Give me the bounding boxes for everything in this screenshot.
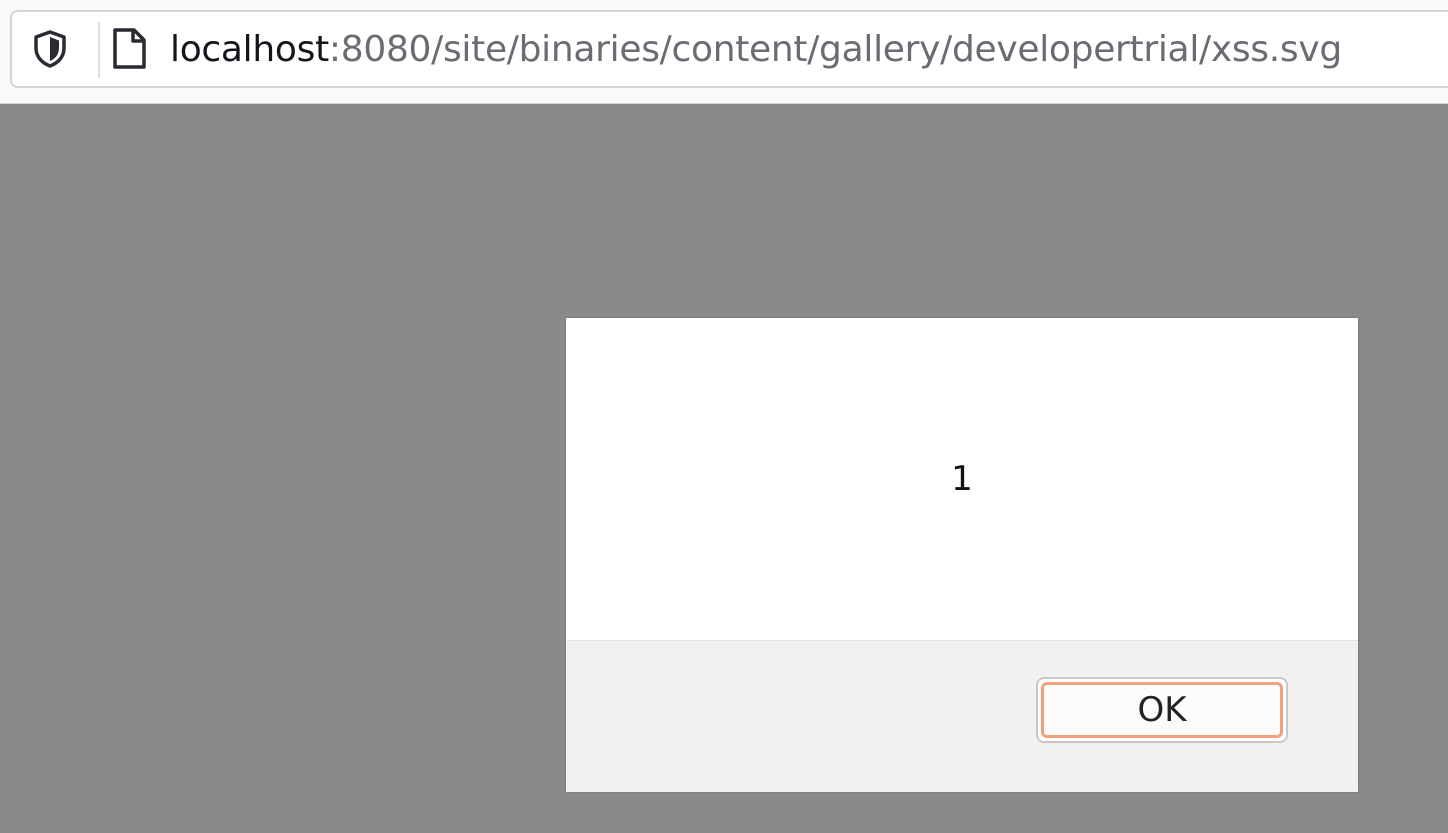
ok-button[interactable]: OK [1041, 682, 1283, 738]
browser-toolbar: localhost:8080/site/binaries/content/gal… [0, 0, 1448, 104]
page-icon[interactable] [110, 27, 148, 71]
alert-footer: OK [566, 640, 1358, 792]
alert-message: 1 [951, 459, 973, 499]
url-path: :8080/site/binaries/content/gallery/deve… [328, 29, 1342, 70]
url-host: localhost [170, 29, 329, 70]
url-text[interactable]: localhost:8080/site/binaries/content/gal… [170, 29, 1342, 71]
ok-button-frame: OK [1036, 677, 1288, 743]
url-bar[interactable]: localhost:8080/site/binaries/content/gal… [10, 10, 1448, 88]
url-divider [98, 22, 100, 78]
shield-icon[interactable] [32, 29, 68, 69]
alert-dialog: 1 OK [566, 318, 1358, 792]
